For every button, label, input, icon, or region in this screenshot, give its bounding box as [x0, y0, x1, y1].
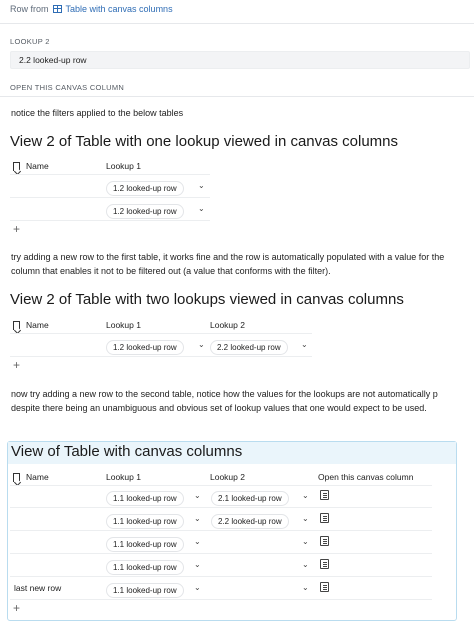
lookup2-chip[interactable]: 2.2 looked-up row [211, 514, 289, 529]
document-icon[interactable] [320, 582, 329, 592]
chevron-down-icon[interactable]: ⌄ [302, 514, 309, 523]
row-divider [10, 576, 432, 577]
lookup2-value: 2.2 looked-up row [19, 55, 87, 65]
lookup2-chip[interactable]: 2.1 looked-up row [211, 491, 289, 506]
bookmark-icon [13, 472, 20, 482]
note-adding-row-2-cont: despite there being an unambiguous and o… [11, 403, 427, 413]
document-icon[interactable] [320, 559, 329, 569]
note-adding-row-1: try adding a new row to the first table,… [11, 252, 445, 262]
document-icon[interactable] [320, 536, 329, 546]
section3-col-lookup2[interactable]: Lookup 2 [210, 472, 245, 482]
breadcrumb-table-link[interactable]: Table with canvas columns [66, 4, 173, 14]
table-row[interactable]: 1.1 looked-up row [106, 580, 184, 598]
chevron-down-icon[interactable]: ⌄ [198, 204, 205, 213]
add-row-button[interactable]: + [13, 601, 20, 615]
section3-col-name[interactable]: Name [13, 472, 49, 482]
chevron-down-icon[interactable]: ⌄ [194, 583, 201, 592]
row-divider [10, 599, 432, 600]
chevron-down-icon[interactable]: ⌄ [194, 537, 201, 546]
section2-col-name[interactable]: Name [13, 320, 49, 330]
chevron-down-icon[interactable]: ⌄ [302, 560, 309, 569]
table-row[interactable]: 1.2 looked-up row [106, 178, 184, 196]
col-name-label: Name [26, 472, 49, 482]
lookup2-field[interactable]: 2.2 looked-up row [10, 51, 470, 69]
note-adding-row-1-cont: column that enables it not to be filtere… [11, 266, 331, 276]
col-name-label: Name [26, 320, 49, 330]
section3-col-lookup1[interactable]: Lookup 1 [106, 472, 141, 482]
row-divider [10, 197, 210, 198]
row-divider [10, 485, 432, 486]
chevron-down-icon[interactable]: ⌄ [194, 514, 201, 523]
chevron-down-icon[interactable]: ⌄ [302, 537, 309, 546]
lookup1-chip[interactable]: 1.2 looked-up row [106, 204, 184, 219]
breadcrumb: Row from Table with canvas columns [10, 4, 173, 14]
section2-title: View 2 of Table with two lookups viewed … [10, 291, 404, 308]
lookup2-cell[interactable]: 2.2 looked-up row [210, 337, 288, 355]
section2-col-lookup2[interactable]: Lookup 2 [210, 320, 245, 330]
row-name-cell[interactable]: last new row [14, 583, 61, 593]
row-divider [10, 174, 210, 175]
chevron-down-icon[interactable]: ⌄ [301, 340, 308, 349]
divider [0, 23, 474, 24]
table-row[interactable]: 1.2 looked-up row [106, 201, 184, 219]
document-icon[interactable] [320, 490, 329, 500]
table-row[interactable]: 1.2 looked-up row [106, 337, 184, 355]
table-row[interactable]: 1.1 looked-up row [106, 511, 184, 529]
add-row-button[interactable]: + [13, 222, 20, 236]
open-canvas-label: OPEN THIS CANVAS COLUMN [10, 83, 125, 92]
canvas-table-frame [7, 441, 457, 621]
chevron-down-icon[interactable]: ⌄ [302, 583, 309, 592]
row-divider [10, 553, 432, 554]
section1-title: View 2 of Table with one lookup viewed i… [10, 133, 399, 150]
section1-col-lookup1[interactable]: Lookup 1 [106, 161, 141, 171]
lookup2-chip[interactable]: 2.2 looked-up row [210, 340, 288, 355]
row-divider [10, 356, 312, 357]
chevron-down-icon[interactable]: ⌄ [198, 340, 205, 349]
lookup1-chip[interactable]: 1.1 looked-up row [106, 491, 184, 506]
table-row[interactable]: 1.1 looked-up row [106, 488, 184, 506]
lookup2-label: LOOKUP 2 [10, 37, 50, 46]
lookup1-chip[interactable]: 1.1 looked-up row [106, 514, 184, 529]
section1-col-name[interactable]: Name [13, 161, 49, 171]
table-icon [52, 5, 62, 13]
row-divider [10, 220, 210, 221]
lookup1-chip[interactable]: 1.1 looked-up row [106, 583, 184, 598]
table-row[interactable]: 1.1 looked-up row [106, 534, 184, 552]
lookup2-cell[interactable]: 2.2 looked-up row [211, 511, 289, 529]
chevron-down-icon[interactable]: ⌄ [194, 560, 201, 569]
section2-col-lookup1[interactable]: Lookup 1 [106, 320, 141, 330]
lookup2-cell[interactable]: 2.1 looked-up row [211, 488, 289, 506]
row-divider [10, 507, 432, 508]
divider [0, 96, 474, 97]
document-icon[interactable] [320, 513, 329, 523]
breadcrumb-prefix: Row from [10, 4, 49, 14]
row-divider [10, 333, 312, 334]
section3-title: View of Table with canvas columns [11, 443, 243, 460]
note-adding-row-2: now try adding a new row to the second t… [11, 389, 438, 399]
lookup1-chip[interactable]: 1.2 looked-up row [106, 340, 184, 355]
table-row[interactable]: 1.1 looked-up row [106, 557, 184, 575]
col-name-label: Name [26, 161, 49, 171]
chevron-down-icon[interactable]: ⌄ [302, 491, 309, 500]
chevron-down-icon[interactable]: ⌄ [198, 181, 205, 190]
chevron-down-icon[interactable]: ⌄ [194, 491, 201, 500]
section3-col-open[interactable]: Open this canvas column [318, 472, 413, 482]
lookup1-chip[interactable]: 1.1 looked-up row [106, 537, 184, 552]
bookmark-icon [13, 320, 20, 330]
bookmark-icon [13, 161, 20, 171]
note-filters: notice the filters applied to the below … [11, 108, 184, 118]
lookup1-chip[interactable]: 1.2 looked-up row [106, 181, 184, 196]
add-row-button[interactable]: + [13, 358, 20, 372]
lookup1-chip[interactable]: 1.1 looked-up row [106, 560, 184, 575]
row-divider [10, 530, 432, 531]
